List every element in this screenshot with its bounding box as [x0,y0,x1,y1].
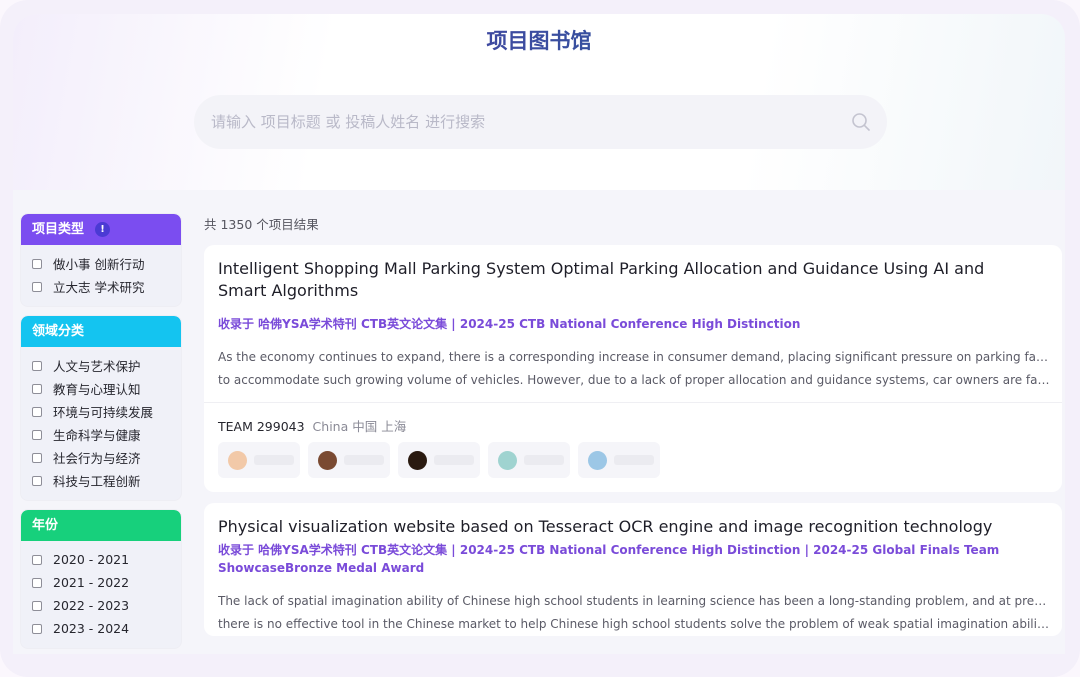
checkbox[interactable] [32,600,42,611]
filter-project-type: 项目类型 ! 做小事 创新行动 立大志 学术研究 [21,214,181,306]
project-title[interactable]: Physical visualization website based on … [204,503,1062,538]
filter-option[interactable]: 立大志 学术研究 [32,275,181,298]
app-frame: 项目图书馆 请输入 项目标题 或 投稿人姓名 进行搜索 项目类型 ! 做小事 创… [0,0,1080,677]
filter-head-year: 年份 [21,510,181,541]
search-icon[interactable] [851,112,871,132]
checkbox[interactable] [32,383,42,394]
abstract-line: there is no effective tool in the Chines… [218,617,1050,631]
filter-option[interactable]: 2021 - 2022 [32,571,181,594]
filter-option[interactable]: 科技与工程创新 [32,469,181,492]
filter-option[interactable]: 环境与可持续发展 [32,400,181,423]
option-label: 2020 - 2021 [53,552,130,567]
checkbox[interactable] [32,554,42,565]
project-card[interactable]: Physical visualization website based on … [204,503,1062,636]
team-info: TEAM 299043 China 中国 上海 [204,403,1062,435]
member-chip[interactable] [578,442,660,478]
filter-title: 项目类型 [32,222,85,237]
filter-option[interactable]: 人文与艺术保护 [32,354,181,377]
project-abstract: As the economy continues to expand, ther… [204,333,1062,392]
filter-sidebar: 项目类型 ! 做小事 创新行动 立大志 学术研究 领域分类 人文与艺术保护 教育… [21,214,181,654]
member-name-redacted [254,455,294,465]
page-title: 项目图书馆 [13,25,1065,55]
project-card[interactable]: Intelligent Shopping Mall Parking System… [204,245,1062,492]
search-input[interactable]: 请输入 项目标题 或 投稿人姓名 进行搜索 [211,95,485,149]
member-chip[interactable] [218,442,300,478]
filter-option[interactable]: 2020 - 2021 [32,548,181,571]
filter-option[interactable]: 社会行为与经济 [32,446,181,469]
project-tags: 收录于 哈佛YSA学术特刊 CTB英文论文集 | 2024-25 CTB Nat… [218,543,1000,575]
avatar [498,450,517,470]
filter-title: 年份 [32,518,59,533]
option-label: 做小事 创新行动 [53,257,145,272]
option-label: 2021 - 2022 [53,575,130,590]
filter-option[interactable]: 生命科学与健康 [32,423,181,446]
search-bar[interactable]: 请输入 项目标题 或 投稿人姓名 进行搜索 [194,95,887,149]
filter-option[interactable]: 做小事 创新行动 [32,252,181,275]
member-name-redacted [524,455,564,465]
team-location: China 中国 上海 [312,419,407,434]
checkbox[interactable] [32,281,42,292]
team-id: TEAM 299043 [218,419,305,434]
member-chip[interactable] [488,442,570,478]
member-chip[interactable] [398,442,480,478]
filter-title: 领域分类 [32,324,85,339]
filter-head-project-type: 项目类型 ! [21,214,181,245]
member-name-redacted [434,455,474,465]
option-label: 2022 - 2023 [53,598,130,613]
checkbox[interactable] [32,452,42,463]
checkbox[interactable] [32,406,42,417]
filter-year: 年份 2020 - 2021 2021 - 2022 2022 - 2023 2… [21,510,181,648]
filter-option[interactable]: 2022 - 2023 [32,594,181,617]
result-count: 共 1350 个项目结果 [204,217,319,232]
abstract-line: to accommodate such growing volume of ve… [218,373,1050,387]
option-label: 立大志 学术研究 [53,280,145,295]
avatar [588,450,607,470]
member-name-redacted [344,455,384,465]
checkbox[interactable] [32,258,42,269]
filter-head-field: 领域分类 [21,316,181,347]
checkbox[interactable] [32,577,42,588]
project-tags: 收录于 哈佛YSA学术特刊 CTB英文论文集 | 2024-25 CTB Nat… [218,317,801,331]
member-chip[interactable] [308,442,390,478]
hero-header: 项目图书馆 请输入 项目标题 或 投稿人姓名 进行搜索 [13,14,1065,190]
filter-option[interactable]: 教育与心理认知 [32,377,181,400]
avatar [318,450,337,470]
option-label: 人文与艺术保护 [53,359,141,374]
project-title[interactable]: Intelligent Shopping Mall Parking System… [204,245,1062,302]
filter-option[interactable]: 2023 - 2024 [32,617,181,640]
abstract-line: As the economy continues to expand, ther… [218,350,1050,364]
option-label: 教育与心理认知 [53,382,141,397]
avatar [228,450,247,470]
results-list: 共 1350 个项目结果 Intelligent Shopping Mall P… [204,214,1062,647]
filter-field: 领域分类 人文与艺术保护 教育与心理认知 环境与可持续发展 生命科学与健康 社会… [21,316,181,500]
option-label: 社会行为与经济 [53,451,141,466]
team-members [204,435,1062,492]
avatar [408,450,427,470]
checkbox[interactable] [32,429,42,440]
abstract-line: The lack of spatial imagination ability … [218,594,1050,608]
checkbox[interactable] [32,475,42,486]
checkbox[interactable] [32,360,42,371]
info-icon[interactable]: ! [95,222,110,237]
project-abstract: The lack of spatial imagination ability … [204,577,1062,636]
option-label: 2023 - 2024 [53,621,130,636]
page-container: 项目图书馆 请输入 项目标题 或 投稿人姓名 进行搜索 项目类型 ! 做小事 创… [13,14,1065,654]
option-label: 生命科学与健康 [53,428,141,443]
member-name-redacted [614,455,654,465]
checkbox[interactable] [32,623,42,634]
option-label: 科技与工程创新 [53,474,141,489]
option-label: 环境与可持续发展 [53,405,154,420]
